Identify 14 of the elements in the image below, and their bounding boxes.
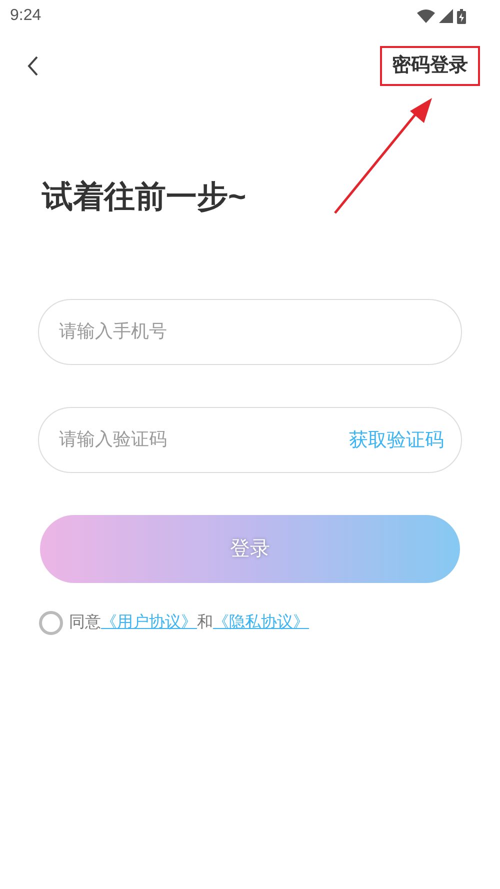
phone-field[interactable]: 请输入手机号 bbox=[38, 298, 462, 364]
get-code-button[interactable]: 获取验证码 bbox=[349, 426, 444, 455]
user-agreement-link[interactable]: 《用户协议》 bbox=[101, 610, 197, 634]
wifi-icon bbox=[417, 9, 435, 23]
battery-icon bbox=[457, 8, 466, 24]
password-login-button[interactable]: 密码登录 bbox=[380, 46, 480, 86]
back-icon bbox=[26, 55, 40, 77]
and-text: 和 bbox=[197, 612, 213, 632]
signal-icon bbox=[439, 9, 453, 23]
privacy-agreement-link[interactable]: 《隐私协议》 bbox=[213, 610, 309, 634]
agree-text: 同意 bbox=[69, 612, 101, 632]
agree-checkbox[interactable] bbox=[39, 610, 63, 634]
page-title: 试着往前一步~ bbox=[42, 178, 248, 216]
status-time: 9:24 bbox=[10, 6, 42, 26]
